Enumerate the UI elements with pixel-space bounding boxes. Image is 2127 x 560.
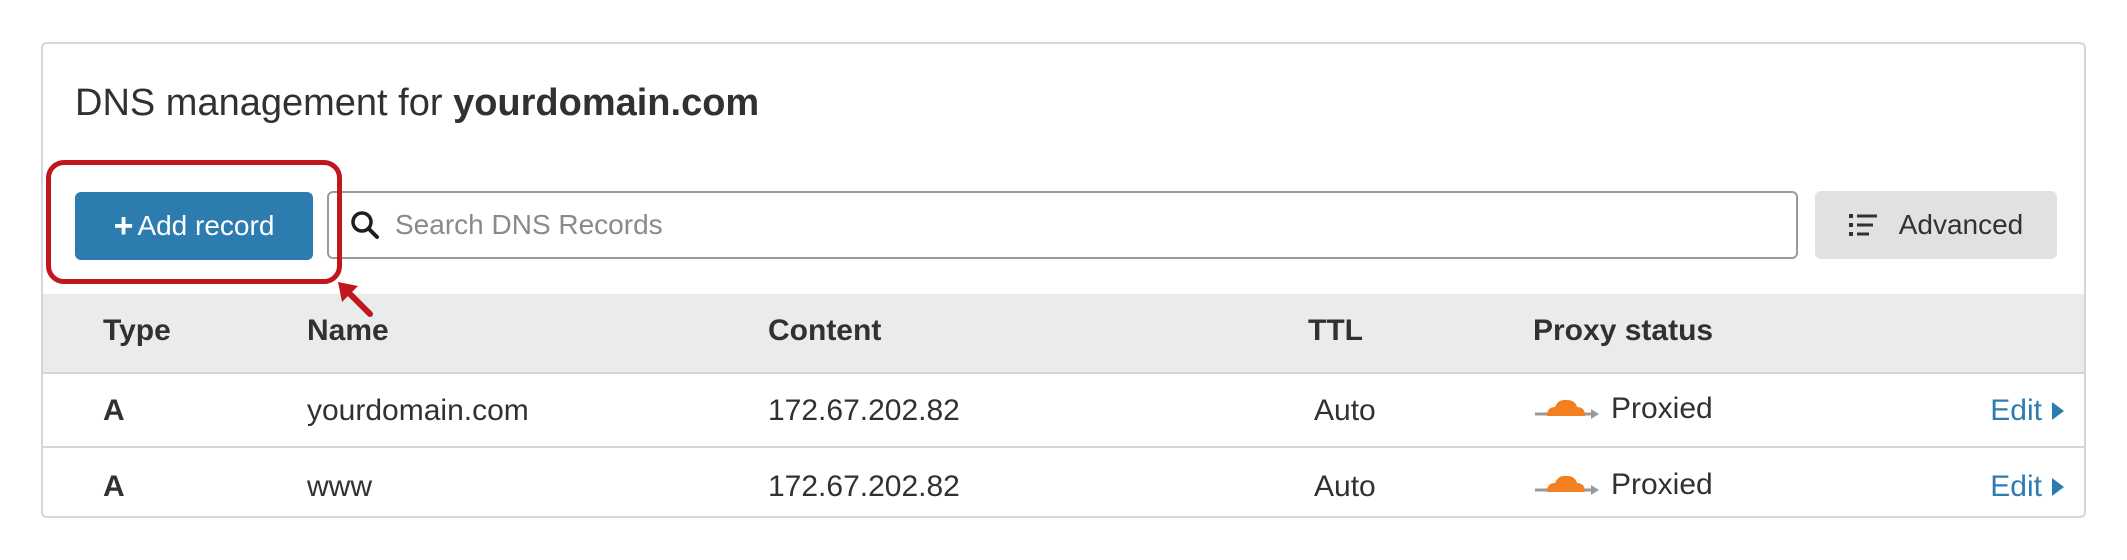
add-record-button[interactable]: + Add record: [75, 192, 313, 260]
list-icon: [1848, 214, 1877, 236]
page-title: DNS management for yourdomain.com: [75, 82, 759, 125]
record-type: A: [103, 470, 125, 503]
search-input[interactable]: [395, 193, 1796, 257]
page-title-domain: yourdomain.com: [453, 82, 760, 124]
record-ttl: Auto: [1314, 394, 1376, 427]
header-proxy-status[interactable]: Proxy status: [1533, 314, 1713, 348]
proxy-status-label: Proxied: [1611, 468, 1713, 501]
proxy-status: Proxied: [1533, 392, 1713, 426]
table-row[interactable]: A yourdomain.com 172.67.202.82 Auto Prox…: [43, 374, 2084, 448]
cloud-icon: [1535, 475, 1599, 495]
record-content: 172.67.202.82: [768, 394, 960, 427]
advanced-button[interactable]: Advanced: [1815, 191, 2057, 259]
record-ttl: Auto: [1314, 470, 1376, 503]
caret-right-icon: [2052, 478, 2064, 496]
header-content[interactable]: Content: [768, 314, 881, 348]
record-name: yourdomain.com: [307, 394, 529, 427]
advanced-label: Advanced: [1898, 209, 2024, 240]
edit-label: Edit: [1990, 394, 2042, 427]
arrow-icon: [338, 282, 373, 317]
record-content: 172.67.202.82: [768, 470, 960, 503]
record-type: A: [103, 394, 125, 427]
page-title-prefix: DNS management for: [75, 82, 443, 124]
header-ttl[interactable]: TTL: [1308, 314, 1363, 348]
plus-icon: +: [113, 207, 134, 245]
edit-link[interactable]: Edit: [1990, 470, 2064, 504]
caret-right-icon: [2052, 402, 2064, 420]
table-row[interactable]: A www 172.67.202.82 Auto Proxied Edit: [43, 450, 2084, 516]
proxy-status-label: Proxied: [1611, 392, 1713, 425]
search-field[interactable]: [327, 191, 1798, 259]
header-type[interactable]: Type: [103, 314, 171, 348]
cloud-icon: [1535, 399, 1599, 419]
proxy-status: Proxied: [1533, 468, 1713, 502]
edit-label: Edit: [1990, 470, 2042, 503]
record-name: www: [307, 470, 372, 503]
edit-link[interactable]: Edit: [1990, 394, 2064, 428]
add-record-label: Add record: [137, 210, 275, 241]
search-icon: [351, 211, 379, 239]
